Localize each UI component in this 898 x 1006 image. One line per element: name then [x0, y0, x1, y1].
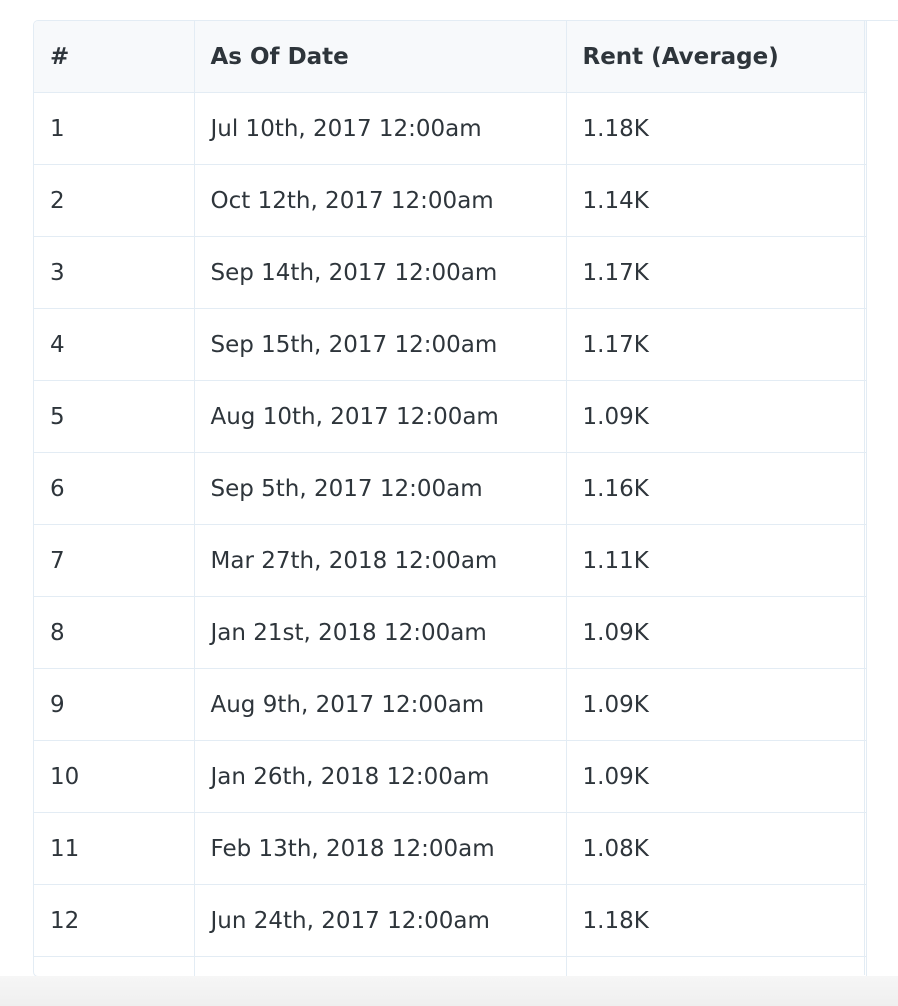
results-table-container: # As Of Date Rent (Average) 1 Jul 10th, … [33, 20, 898, 977]
table-row: 9 Aug 9th, 2017 12:00am 1.09K [34, 669, 866, 741]
column-header-index[interactable]: # [34, 21, 194, 93]
table-row: 12 Jun 24th, 2017 12:00am 1.18K [34, 885, 866, 957]
results-table: # As Of Date Rent (Average) 1 Jul 10th, … [34, 21, 867, 977]
as-of-date-cell: Sep 14th, 2017 12:00am [194, 237, 566, 309]
row-index-cell: 5 [34, 381, 194, 453]
rent-average-cell: 1.08K [566, 813, 866, 885]
rent-average-cell [566, 957, 866, 978]
table-row: 1 Jul 10th, 2017 12:00am 1.18K [34, 93, 866, 165]
as-of-date-cell: Sep 15th, 2017 12:00am [194, 309, 566, 381]
table-row: 8 Jan 21st, 2018 12:00am 1.09K [34, 597, 866, 669]
as-of-date-cell: Oct 12th, 2017 12:00am [194, 165, 566, 237]
page: # As Of Date Rent (Average) 1 Jul 10th, … [0, 0, 898, 1006]
rent-average-cell: 1.09K [566, 741, 866, 813]
rent-average-cell: 1.09K [566, 381, 866, 453]
rent-average-cell: 1.09K [566, 597, 866, 669]
as-of-date-cell: Feb 13th, 2018 12:00am [194, 813, 566, 885]
as-of-date-cell: Aug 10th, 2017 12:00am [194, 381, 566, 453]
row-index-cell: 12 [34, 885, 194, 957]
rent-average-cell: 1.09K [566, 669, 866, 741]
row-index-cell: 6 [34, 453, 194, 525]
rent-average-cell: 1.14K [566, 165, 866, 237]
rent-average-cell: 1.17K [566, 237, 866, 309]
column-header-as-of-date[interactable]: As Of Date [194, 21, 566, 93]
row-index-cell: 4 [34, 309, 194, 381]
table-row: 11 Feb 13th, 2018 12:00am 1.08K [34, 813, 866, 885]
column-header-rent-average[interactable]: Rent (Average) [566, 21, 866, 93]
table-row: 6 Sep 5th, 2017 12:00am 1.16K [34, 453, 866, 525]
row-index-cell: 10 [34, 741, 194, 813]
row-index-cell: 3 [34, 237, 194, 309]
table-row: 2 Oct 12th, 2017 12:00am 1.14K [34, 165, 866, 237]
table-header-row: # As Of Date Rent (Average) [34, 21, 866, 93]
table-row: 3 Sep 14th, 2017 12:00am 1.17K [34, 237, 866, 309]
row-index-cell: 1 [34, 93, 194, 165]
table-row-partial [34, 957, 866, 978]
row-index-cell [34, 957, 194, 978]
table-row: 10 Jan 26th, 2018 12:00am 1.09K [34, 741, 866, 813]
table-right-border [864, 20, 865, 975]
as-of-date-cell: Mar 27th, 2018 12:00am [194, 525, 566, 597]
rent-average-cell: 1.18K [566, 885, 866, 957]
as-of-date-cell: Jan 26th, 2018 12:00am [194, 741, 566, 813]
table-row: 7 Mar 27th, 2018 12:00am 1.11K [34, 525, 866, 597]
row-index-cell: 11 [34, 813, 194, 885]
rent-average-cell: 1.18K [566, 93, 866, 165]
table-row: 5 Aug 10th, 2017 12:00am 1.09K [34, 381, 866, 453]
row-index-cell: 2 [34, 165, 194, 237]
footer-bar [0, 976, 898, 1006]
row-index-cell: 7 [34, 525, 194, 597]
as-of-date-cell: Jun 24th, 2017 12:00am [194, 885, 566, 957]
row-index-cell: 8 [34, 597, 194, 669]
as-of-date-cell [194, 957, 566, 978]
rent-average-cell: 1.17K [566, 309, 866, 381]
as-of-date-cell: Jul 10th, 2017 12:00am [194, 93, 566, 165]
rent-average-cell: 1.16K [566, 453, 866, 525]
table-row: 4 Sep 15th, 2017 12:00am 1.17K [34, 309, 866, 381]
row-index-cell: 9 [34, 669, 194, 741]
as-of-date-cell: Jan 21st, 2018 12:00am [194, 597, 566, 669]
as-of-date-cell: Sep 5th, 2017 12:00am [194, 453, 566, 525]
as-of-date-cell: Aug 9th, 2017 12:00am [194, 669, 566, 741]
rent-average-cell: 1.11K [566, 525, 866, 597]
